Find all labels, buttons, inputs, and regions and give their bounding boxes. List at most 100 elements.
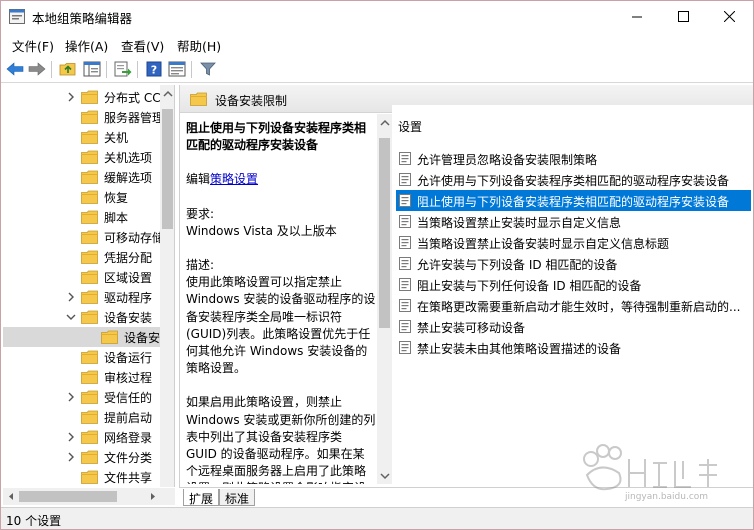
tree-vertical-scrollbar[interactable] [160,85,174,487]
tree-item[interactable]: 脚本 [3,207,163,227]
toolbar-separator [191,61,192,78]
tree-item-label: 服务器管理 [104,111,165,125]
chevron-right-icon[interactable] [65,431,77,443]
chevron-right-icon[interactable] [65,291,77,303]
tree-item-label: 审核过程 [104,371,153,385]
tree-item[interactable]: 服务器管理 [3,107,165,127]
chevron-right-icon[interactable] [65,91,77,103]
scroll-down-button[interactable] [377,467,392,484]
tree-item[interactable]: 文件共享 [3,467,163,487]
close-button[interactable] [706,1,752,32]
tree-item[interactable]: 设备运行 [3,347,163,367]
setting-row[interactable]: 禁止安装未由其他策略设置描述的设备 [396,337,751,358]
setting-row[interactable]: 允许管理员忽略设备安装限制策略 [396,148,751,169]
policy-title: 阻止使用与下列设备安装程序类相匹配的驱动程序安装设备 [186,121,367,153]
setting-row[interactable]: 阻止安装与下列任何设备 ID 相匹配的设备 [396,274,751,295]
menu-file[interactable]: 文件(F) [12,36,54,55]
setting-label: 允许管理员忽略设备安装限制策略 [417,153,598,167]
scroll-up-icon [379,119,390,126]
tree-horizontal-thumb[interactable] [19,491,117,502]
show-hide-tree-button[interactable] [82,59,102,79]
menu-help[interactable]: 帮助(H) [177,36,221,55]
tree-item-label: 设备安装 [104,311,153,325]
scroll-up-icon [162,90,173,97]
policy-setting-icon [399,173,411,186]
main-window: 本地组策略编辑器 文件(F) 操作(A) 查看(V) 帮助(H) ? 分布式 C… [0,0,754,530]
tab-standard[interactable]: 标准 [219,489,256,506]
chevron-right-icon[interactable] [65,451,77,463]
tree-item[interactable]: 区域设置 [3,267,163,287]
setting-row[interactable]: 允许安装与下列设备 ID 相匹配的设备 [396,253,751,274]
folder-icon [81,350,98,364]
description-vertical-thumb[interactable] [379,138,390,328]
edit-policy-line: 编辑策略设置 [186,171,376,188]
description-block-2: 如果启用此策略设置，则禁止 Windows 安装或更新你所创建的列表中列出了其设… [186,395,376,484]
tree-item[interactable]: 驱动程序 [3,287,163,307]
tree-item[interactable]: 网络登录 [3,427,163,447]
policy-setting-icon [399,257,411,270]
window-title: 本地组策略编辑器 [32,11,133,26]
tree-item[interactable]: 设备安 [3,327,163,347]
folder-icon [81,290,98,304]
tree-item[interactable]: 缓解选项 [3,167,163,187]
minimize-button[interactable] [614,1,660,32]
filter-button[interactable] [198,59,218,79]
tree-item[interactable]: 受信任的 [3,387,163,407]
chevron-right-icon[interactable] [65,391,77,403]
up-folder-button[interactable] [58,59,78,79]
menu-action[interactable]: 操作(A) [65,36,108,55]
edit-policy-link[interactable]: 策略设置 [210,172,258,186]
maximize-button[interactable] [660,1,706,32]
setting-row[interactable]: 禁止安装可移动设备 [396,316,751,337]
tree-item-label: 关机选项 [104,151,153,165]
setting-row[interactable]: 当策略设置禁止设备安装时显示自定义信息标题 [396,232,751,253]
tree-item[interactable]: 关机选项 [3,147,163,167]
scroll-up-button[interactable] [377,114,392,131]
chevron-down-icon[interactable] [65,311,77,323]
policy-setting-icon [399,320,411,333]
export-list-button[interactable] [113,59,133,79]
scroll-up-button[interactable] [160,85,174,102]
setting-row[interactable]: 当策略设置禁止安装时显示自定义信息 [396,211,751,232]
requirements-label: 要求: [186,206,215,221]
scroll-left-icon[interactable] [4,488,18,505]
properties-button[interactable] [167,59,187,79]
setting-label: 禁止安装未由其他策略设置描述的设备 [417,342,622,356]
folder-icon [81,130,98,144]
setting-row[interactable]: 阻止使用与下列设备安装程序类相匹配的驱动程序安装设备 [396,190,751,211]
setting-label: 阻止安装与下列任何设备 ID 相匹配的设备 [417,279,642,293]
show-hide-tree-icon [83,61,101,77]
tree-item[interactable]: 审核过程 [3,367,163,387]
description-block: 描述: 使用此策略设置可以指定禁止 Windows 安装的设备驱动程序的设备安装程… [186,257,376,377]
close-icon [723,11,735,22]
setting-label: 在策略更改需要重新启动才能生效时，等待强制重新启动的... [417,300,741,314]
tree-item-label: 区域设置 [104,271,153,285]
setting-row[interactable]: 允许使用与下列设备安装程序类相匹配的驱动程序安装设备 [396,169,751,190]
settings-column-header[interactable]: 设置 [398,118,422,135]
tree-vertical-thumb[interactable] [162,109,173,229]
tree-item[interactable]: 提前启动 [3,407,163,427]
tab-expanded[interactable]: 扩展 [183,489,220,506]
tree-item[interactable]: 分布式 CC [3,87,163,107]
help-button[interactable]: ? [144,59,164,79]
tree-item[interactable]: 恢复 [3,187,163,207]
forward-button[interactable] [27,59,47,79]
description-vertical-scrollbar[interactable] [377,114,392,484]
folder-icon [81,230,98,244]
maximize-icon [677,11,689,22]
folder-icon [81,150,98,164]
tree-item[interactable]: 关机 [3,127,163,147]
tree-item[interactable]: 可移动存储 [3,227,164,247]
tree-item[interactable]: 凭据分配 [3,247,163,267]
setting-row[interactable]: 在策略更改需要重新启动才能生效时，等待强制重新启动的... [396,295,751,316]
menu-view[interactable]: 查看(V) [121,36,164,55]
tree-item[interactable]: 设备安装 [3,307,163,327]
properties-icon [168,61,186,77]
back-button[interactable] [5,59,25,79]
policy-setting-icon [399,236,411,249]
status-text: 10 个设置 [6,514,62,528]
scroll-right-icon[interactable] [146,488,160,505]
tree-item[interactable]: 文件分类 [3,447,163,467]
tree-horizontal-scrollbar[interactable] [3,488,175,505]
baidu-jingyan-watermark: jingyan.baidu.com [583,444,717,501]
